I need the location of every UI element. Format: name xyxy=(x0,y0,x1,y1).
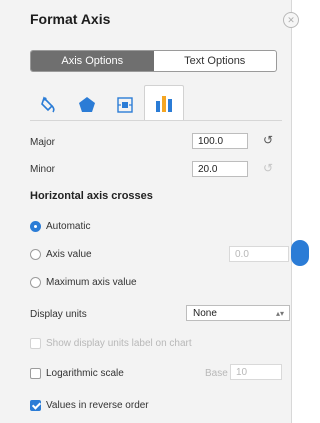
minor-input[interactable]: 20.0 xyxy=(192,161,248,177)
major-label: Major xyxy=(30,137,56,148)
size-properties-icon[interactable] xyxy=(106,90,144,120)
minor-label: Minor xyxy=(30,164,56,175)
format-axis-pane: Format Axis ✕ Axis Options Text Options xyxy=(0,0,299,423)
fill-line-icon[interactable] xyxy=(30,90,68,120)
maximum-axis-value-radio[interactable] xyxy=(30,277,41,288)
reverse-order-checkbox[interactable] xyxy=(30,400,41,411)
axis-options-bar-chart-icon[interactable] xyxy=(144,85,184,120)
automatic-label: Automatic xyxy=(46,221,91,232)
automatic-radio[interactable] xyxy=(30,221,41,232)
axis-value-input[interactable]: 0.0 xyxy=(229,246,289,262)
tab-text-options[interactable]: Text Options xyxy=(154,51,277,71)
options-icon-bar xyxy=(30,85,184,120)
reset-major-icon[interactable]: ↺ xyxy=(263,133,273,147)
edge-handle-button[interactable] xyxy=(291,240,309,266)
divider xyxy=(30,120,282,121)
logarithmic-scale-checkbox[interactable] xyxy=(30,368,41,379)
show-units-label-checkbox[interactable] xyxy=(30,338,41,349)
base-label: Base xyxy=(205,368,228,379)
axis-value-radio[interactable] xyxy=(30,249,41,260)
display-units-value: None xyxy=(193,308,217,319)
options-segmented-control: Axis Options Text Options xyxy=(30,50,277,72)
close-icon[interactable]: ✕ xyxy=(283,12,299,28)
major-input[interactable]: 100.0 xyxy=(192,133,248,149)
horizontal-axis-crosses-heading: Horizontal axis crosses xyxy=(30,190,153,202)
display-units-select[interactable]: None ▴▾ xyxy=(186,305,290,321)
pane-title: Format Axis xyxy=(30,11,111,27)
display-units-label: Display units xyxy=(30,309,87,320)
show-units-label-text: Show display units label on chart xyxy=(46,338,192,349)
logarithmic-scale-label: Logarithmic scale xyxy=(46,368,124,379)
effects-pentagon-icon[interactable] xyxy=(68,90,106,120)
chevron-updown-icon: ▴▾ xyxy=(275,309,284,318)
tab-axis-options[interactable]: Axis Options xyxy=(31,51,154,71)
maximum-axis-value-label: Maximum axis value xyxy=(46,277,137,288)
axis-value-label: Axis value xyxy=(46,249,92,260)
reset-minor-icon[interactable]: ↺ xyxy=(263,161,273,175)
reverse-order-label: Values in reverse order xyxy=(46,400,149,411)
base-input[interactable]: 10 xyxy=(230,364,282,380)
